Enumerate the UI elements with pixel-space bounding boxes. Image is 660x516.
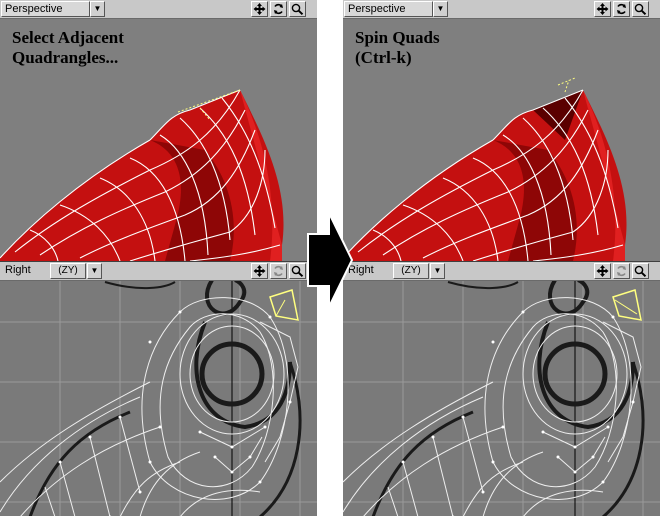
zoom-icon[interactable] [632, 263, 649, 279]
wireframe-side-view [0, 278, 317, 516]
move-icon[interactable] [251, 1, 268, 17]
step-caption: Select Adjacent Quadrangles... [12, 28, 124, 67]
axis-label: (ZY) [401, 265, 421, 276]
axis-label: (ZY) [58, 265, 78, 276]
axis-select[interactable]: (ZY) [393, 263, 429, 279]
move-icon[interactable] [594, 263, 611, 279]
view-type-select[interactable]: Perspective [344, 1, 433, 17]
view-type-label: Right [5, 264, 31, 276]
zoom-icon[interactable] [289, 263, 306, 279]
move-icon[interactable] [251, 263, 268, 279]
chevron-down-icon[interactable]: ▼ [87, 263, 102, 279]
viewport-toolbar: Right (ZY) ▼ [343, 262, 660, 281]
perspective-viewport-after[interactable]: Perspective ▼ Spin Quads (Ctrl-k) [343, 0, 660, 261]
right-viewport-after[interactable]: Right (ZY) ▼ [343, 261, 660, 516]
viewport-toolbar: Perspective ▼ [343, 0, 660, 19]
right-viewport-before[interactable]: Right (ZY) ▼ [0, 261, 317, 516]
before-panel: Perspective ▼ Select Adjacent Quadrangle… [0, 0, 317, 516]
axis-select[interactable]: (ZY) [50, 263, 86, 279]
after-panel: Perspective ▼ Spin Quads (Ctrl-k) Right … [343, 0, 660, 516]
viewport-toolbar: Right (ZY) ▼ [0, 262, 317, 281]
view-type-label: Perspective [5, 3, 63, 15]
rotate-icon[interactable] [613, 1, 630, 17]
view-type-select[interactable]: Perspective [1, 1, 90, 17]
zoom-icon[interactable] [289, 1, 306, 17]
rotate-icon[interactable] [270, 1, 287, 17]
move-icon[interactable] [594, 1, 611, 17]
chevron-down-icon[interactable]: ▼ [90, 1, 105, 17]
right-arrow-icon [307, 212, 353, 308]
view-type-label: Perspective [348, 3, 406, 15]
wireframe-side-view [343, 278, 660, 516]
perspective-viewport-before[interactable]: Perspective ▼ Select Adjacent Quadrangle… [0, 0, 317, 261]
chevron-down-icon[interactable]: ▼ [430, 263, 445, 279]
rotate-icon[interactable] [613, 263, 630, 279]
zoom-icon[interactable] [632, 1, 649, 17]
viewport-toolbar: Perspective ▼ [0, 0, 317, 19]
step-caption: Spin Quads (Ctrl-k) [355, 28, 440, 67]
chevron-down-icon[interactable]: ▼ [433, 1, 448, 17]
rotate-icon[interactable] [270, 263, 287, 279]
